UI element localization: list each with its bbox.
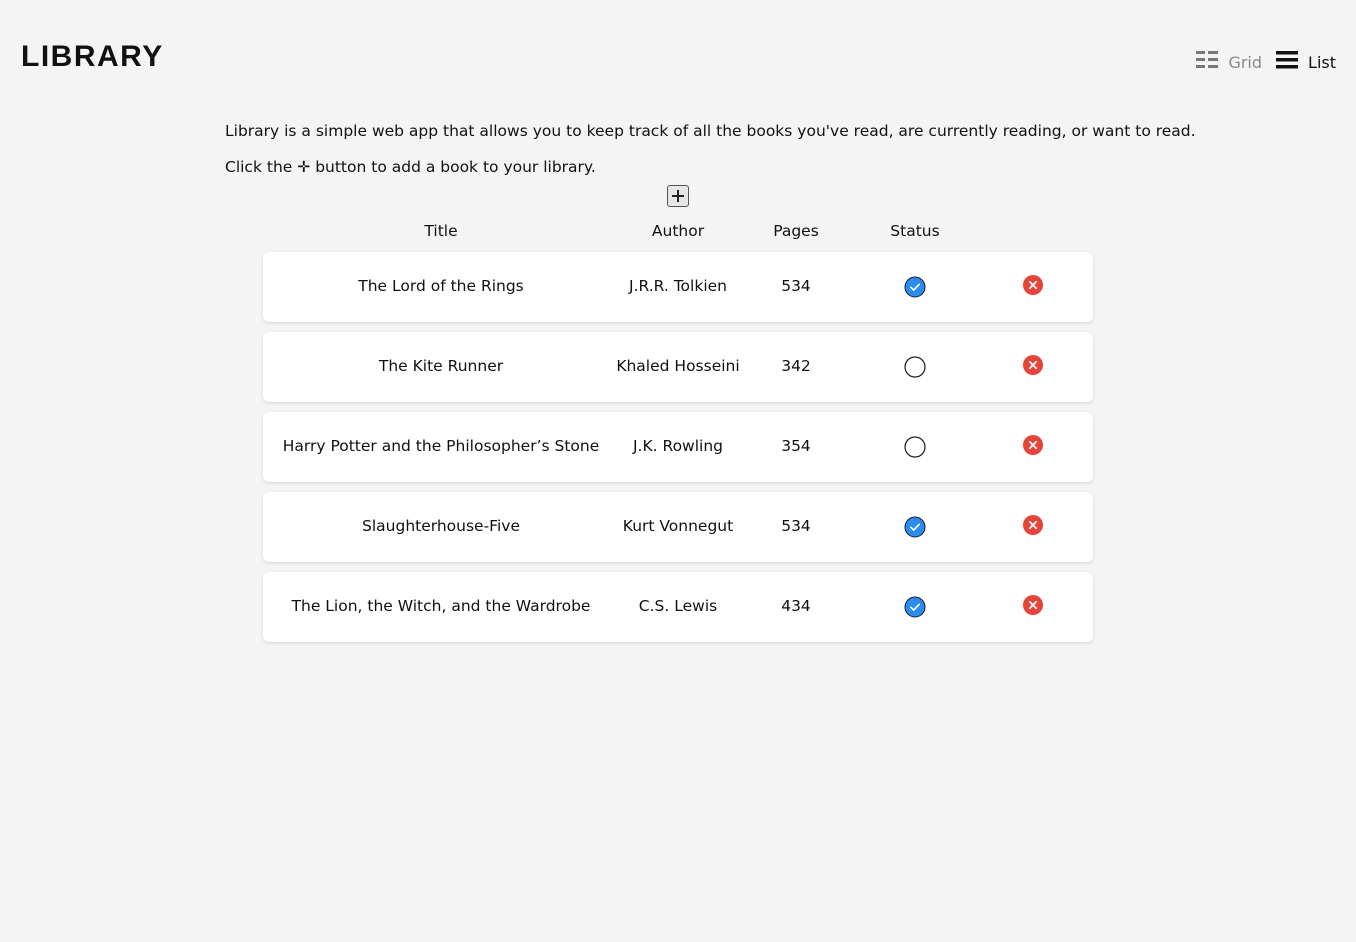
list-icon: [1276, 50, 1299, 74]
list-view-button[interactable]: List: [1276, 50, 1336, 74]
unread-circle-icon[interactable]: [904, 436, 926, 458]
book-title: The Kite Runner: [378, 357, 504, 375]
book-pages: 534: [781, 277, 811, 295]
read-checked-icon[interactable]: [904, 516, 926, 538]
header-title: Title: [424, 222, 458, 240]
unread-circle-icon[interactable]: [904, 356, 926, 378]
remove-book-icon[interactable]: [1023, 515, 1043, 535]
book-author: C.S. Lewis: [638, 597, 718, 615]
table-row: Slaughterhouse-Five Kurt Vonnegut 534: [263, 492, 1093, 562]
app-logo: LIBRARY: [21, 40, 164, 73]
book-list: The Lord of the Rings J.R.R. Tolkien 534 Th…: [263, 252, 1093, 652]
read-checked-icon[interactable]: [904, 276, 926, 298]
remove-book-icon[interactable]: [1023, 355, 1043, 375]
book-author: Khaled Hosseini: [616, 357, 740, 375]
book-title: The Lord of the Rings: [358, 277, 524, 295]
book-author: J.R.R. Tolkien: [629, 277, 727, 295]
header-author: Author: [651, 222, 705, 240]
book-author: Kurt Vonnegut: [622, 517, 734, 535]
remove-book-icon[interactable]: [1023, 435, 1043, 455]
grid-view-button[interactable]: Grid: [1196, 50, 1262, 74]
header-status: Status: [890, 222, 940, 240]
grid-icon: [1196, 50, 1219, 74]
table-row: The Lord of the Rings J.R.R. Tolkien 534: [263, 252, 1093, 322]
book-author: J.K. Rowling: [632, 437, 724, 455]
read-checked-icon[interactable]: [904, 596, 926, 618]
plus-symbol: ✛: [297, 158, 311, 176]
remove-book-icon[interactable]: [1023, 595, 1043, 615]
book-title: Slaughterhouse-Five: [362, 517, 520, 535]
book-title: Harry Potter and the Philosopher’s Stone: [282, 437, 600, 455]
view-toggle: Grid List: [1196, 50, 1336, 74]
book-pages: 342: [781, 357, 811, 375]
list-view-label: List: [1308, 52, 1336, 72]
plus-icon: [672, 187, 684, 206]
intro-text: Library is a simple web app that allows …: [225, 113, 1196, 185]
intro-line-1: Library is a simple web app that allows …: [225, 122, 1196, 140]
add-book-button[interactable]: [667, 185, 689, 207]
book-pages: 434: [781, 597, 811, 615]
book-pages: 354: [781, 437, 811, 455]
book-title: The Lion, the Witch, and the Wardrobe: [291, 597, 591, 615]
table-row: The Lion, the Witch, and the Wardrobe C.S…: [263, 572, 1093, 642]
header-pages: Pages: [773, 222, 819, 240]
remove-book-icon[interactable]: [1023, 275, 1043, 295]
book-pages: 534: [781, 517, 811, 535]
grid-view-label: Grid: [1228, 52, 1263, 72]
table-row: The Kite Runner Khaled Hosseini 342: [263, 332, 1093, 402]
table-row: Harry Potter and the Philosopher’s Stone…: [263, 412, 1093, 482]
intro-line-2-before: Click the: [225, 158, 293, 176]
intro-line-2: Click the ✛ button to add a book to your…: [225, 149, 1196, 185]
intro-line-2-after: button to add a book to your library.: [315, 158, 596, 176]
